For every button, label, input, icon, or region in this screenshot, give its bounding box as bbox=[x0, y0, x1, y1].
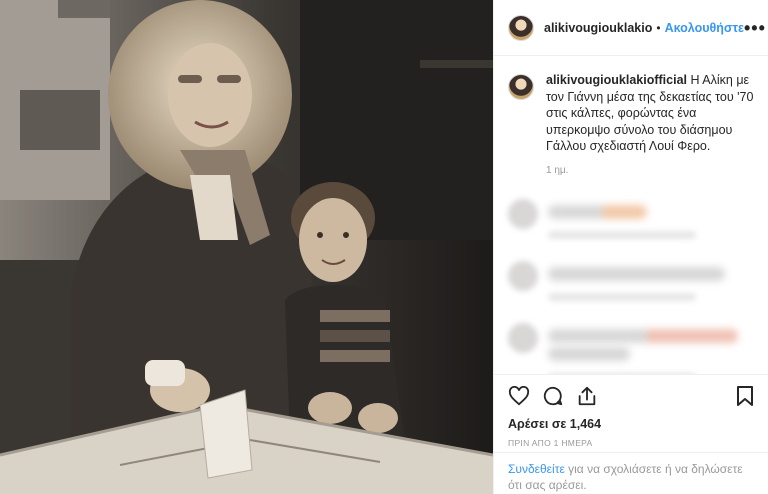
blurred-avatar bbox=[508, 199, 538, 229]
action-icons bbox=[494, 375, 768, 409]
blurred-meta bbox=[548, 231, 697, 239]
separator-dot: • bbox=[656, 20, 661, 35]
post-photo[interactable] bbox=[0, 0, 493, 494]
blurred-text bbox=[548, 347, 631, 361]
caption-username[interactable]: alikivougiouklakiofficial bbox=[546, 73, 687, 87]
post-timestamp[interactable]: ΠΡΙΝ ΑΠΟ 1 ΗΜΕΡΑ bbox=[494, 431, 768, 448]
caption-avatar[interactable] bbox=[508, 74, 534, 100]
blurred-comment bbox=[494, 323, 768, 374]
instagram-post: alikivougiouklakio • Ακολουθήστε ••• ali… bbox=[0, 0, 768, 494]
header-username[interactable]: alikivougiouklakio bbox=[544, 21, 652, 35]
bookmark-icon[interactable] bbox=[736, 385, 754, 407]
blurred-comment-body bbox=[548, 323, 754, 374]
vintage-photo-illustration bbox=[0, 0, 493, 494]
heart-icon[interactable] bbox=[508, 386, 530, 406]
login-link[interactable]: Συνδεθείτε bbox=[508, 462, 565, 476]
likes-count[interactable]: Αρέσει σε 1,464 bbox=[494, 409, 768, 431]
follow-button[interactable]: Ακολουθήστε bbox=[665, 21, 744, 35]
blurred-text bbox=[548, 267, 726, 281]
caption: alikivougiouklakiofficial Η Αλίκη με τον… bbox=[494, 56, 768, 179]
more-options-icon[interactable]: ••• bbox=[744, 19, 766, 37]
blurred-comment bbox=[494, 261, 768, 301]
blurred-text bbox=[548, 205, 647, 219]
blurred-comment bbox=[494, 199, 768, 239]
blurred-comment-body bbox=[548, 261, 754, 301]
avatar[interactable] bbox=[508, 14, 534, 41]
blurred-comment-body bbox=[548, 199, 754, 239]
blurred-meta bbox=[548, 293, 697, 301]
login-prompt: Συνδεθείτε για να σχολιάσετε ή να δηλώσε… bbox=[494, 452, 768, 493]
comments-section[interactable]: alikivougiouklakiofficial Η Αλίκη με τον… bbox=[494, 56, 768, 374]
blurred-text bbox=[548, 329, 738, 343]
comment-icon[interactable] bbox=[542, 385, 564, 407]
caption-time[interactable]: 1 ημ. bbox=[546, 163, 754, 180]
post-header: alikivougiouklakio • Ακολουθήστε ••• bbox=[494, 0, 768, 56]
action-bar: Αρέσει σε 1,464 ΠΡΙΝ ΑΠΟ 1 ΗΜΕΡΑ bbox=[494, 374, 768, 448]
blurred-avatar bbox=[508, 323, 538, 353]
blurred-avatar bbox=[508, 261, 538, 291]
caption-body: alikivougiouklakiofficial Η Αλίκη με τον… bbox=[546, 72, 754, 179]
share-icon[interactable] bbox=[576, 385, 598, 407]
post-sidebar: alikivougiouklakio • Ακολουθήστε ••• ali… bbox=[493, 0, 768, 494]
